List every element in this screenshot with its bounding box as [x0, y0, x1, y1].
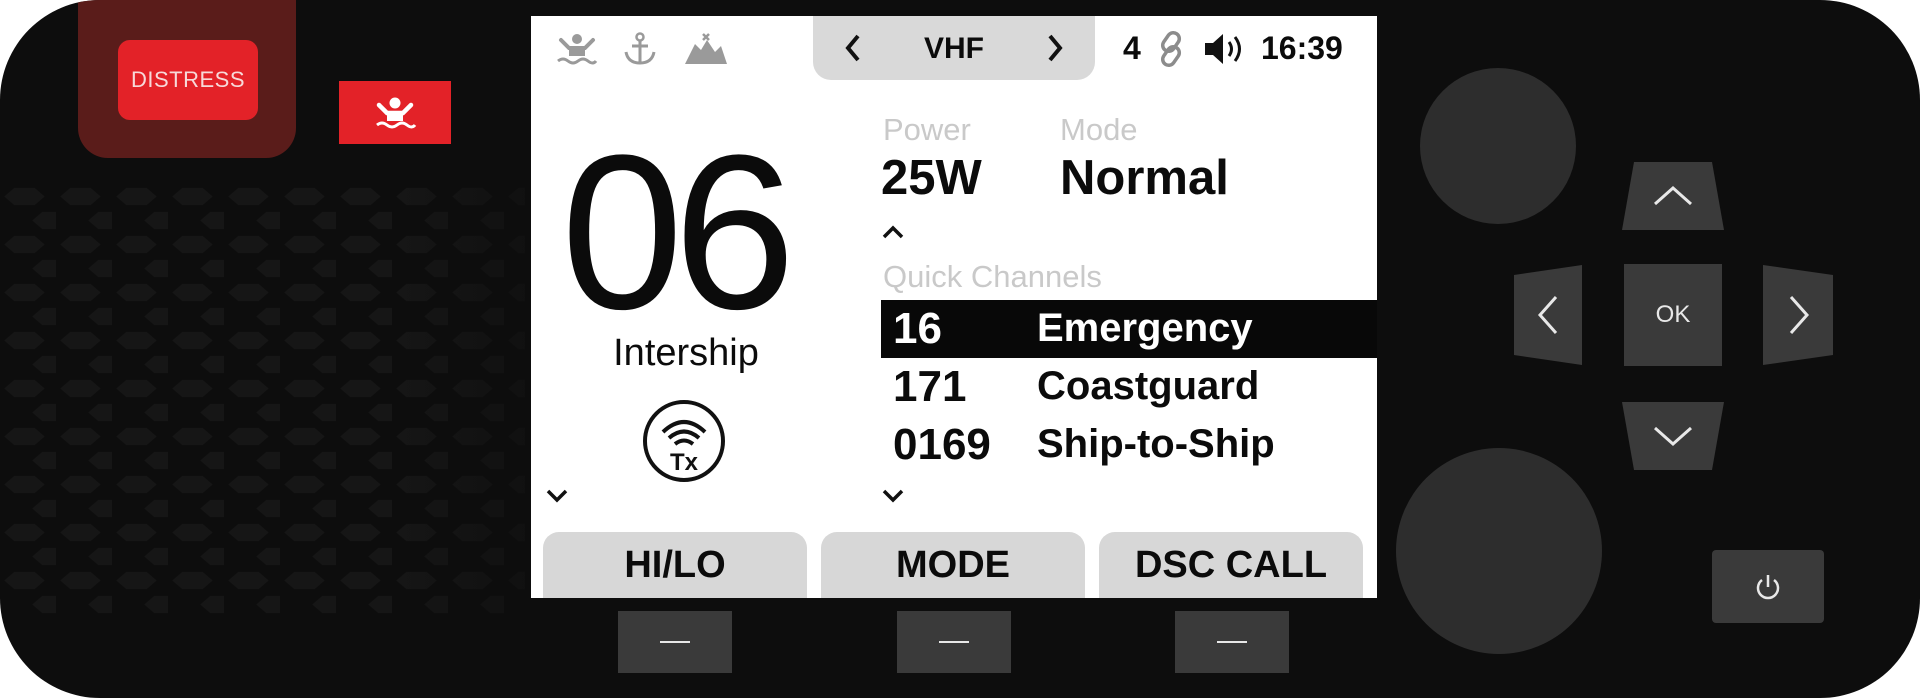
nav-ok-button[interactable]: OK	[1624, 264, 1722, 366]
shoal-icon	[685, 33, 727, 64]
distress-button[interactable]: DISTRESS	[118, 40, 258, 120]
nav-up-button[interactable]	[1622, 162, 1724, 230]
man-overboard-icon	[557, 34, 598, 65]
channel-knob[interactable]	[1396, 448, 1602, 654]
nav-left-button[interactable]	[1514, 265, 1582, 365]
speaker-grille	[0, 185, 525, 615]
band-selector: VHF	[813, 16, 1095, 80]
dash-icon	[660, 641, 690, 643]
chevron-right-icon[interactable]	[1045, 32, 1065, 64]
quick-channel-row[interactable]: 0169 Ship-to-Ship	[881, 416, 1377, 474]
softkey-hi-lo[interactable]: HI/LO	[543, 532, 807, 598]
chevron-up-icon	[882, 225, 904, 239]
man-overboard-button[interactable]	[339, 81, 451, 144]
chevron-down-icon	[882, 489, 904, 503]
softkey-mode[interactable]: MODE	[821, 532, 1085, 598]
quick-channel-row[interactable]: 171 Coastguard	[881, 358, 1377, 416]
power-value: 25W	[881, 151, 982, 205]
quick-channel-number: 0169	[893, 420, 991, 469]
power-button[interactable]	[1712, 550, 1824, 623]
channel-number: 06	[561, 109, 796, 355]
link-count: 4	[1123, 30, 1141, 66]
quick-channels-label: Quick Channels	[883, 259, 1102, 294]
ok-label: OK	[1655, 301, 1691, 328]
clock-time: 16:39	[1261, 30, 1343, 66]
hardware-softkey-1[interactable]	[618, 611, 732, 673]
hardware-softkey-2[interactable]	[897, 611, 1011, 673]
nav-down-button[interactable]	[1622, 402, 1724, 470]
hardware-softkey-3[interactable]	[1175, 611, 1289, 673]
dash-icon	[939, 641, 969, 643]
link-icon	[1160, 30, 1182, 68]
volume-knob[interactable]	[1420, 68, 1576, 224]
quick-channel-number: 171	[893, 362, 967, 411]
power-label: Power	[883, 112, 971, 147]
channel-name: Intership	[613, 332, 759, 374]
mode-label: Mode	[1060, 112, 1138, 147]
anchor-icon	[624, 32, 656, 65]
mode-value: Normal	[1060, 151, 1229, 205]
softkey-dsc-call[interactable]: DSC CALL	[1099, 532, 1363, 598]
quick-channel-name: Coastguard	[1037, 364, 1260, 408]
chevron-down-icon	[546, 489, 568, 503]
man-overboard-icon	[376, 97, 417, 128]
quick-channel-name: Ship-to-Ship	[1037, 422, 1275, 466]
tx-icon: Tx	[643, 400, 725, 482]
power-icon	[1756, 574, 1780, 599]
speaker-icon	[1205, 34, 1241, 64]
svg-text:Tx: Tx	[670, 449, 699, 476]
quick-channel-row[interactable]: 16 Emergency	[881, 300, 1377, 358]
dash-icon	[1217, 641, 1247, 643]
vhf-radio-panel: DISTRESS VHF 4 16:39 06 Intership Tx Pow…	[0, 0, 1920, 698]
nav-right-button[interactable]	[1763, 265, 1833, 365]
quick-channel-number: 16	[893, 304, 942, 353]
display-screen: VHF 4 16:39 06 Intership Tx Power 25W Mo…	[531, 16, 1377, 598]
quick-channel-name: Emergency	[1037, 306, 1253, 350]
